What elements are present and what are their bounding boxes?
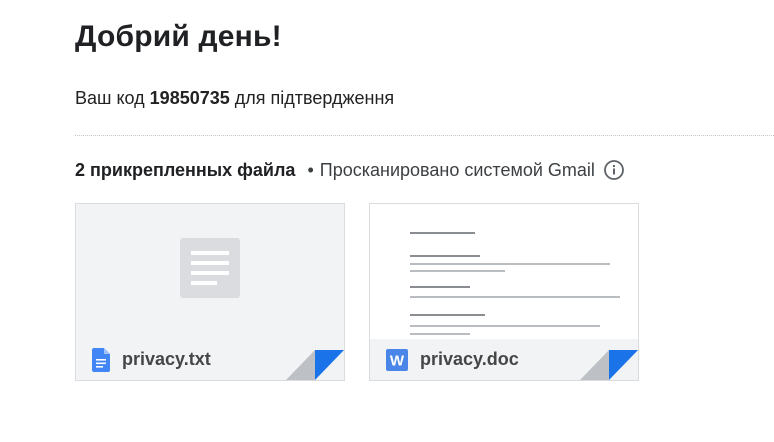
attachments-header: 2 прикрепленных файла • Просканировано с… xyxy=(75,159,625,181)
attachment-preview xyxy=(370,204,638,339)
scan-status: Просканировано системой Gmail xyxy=(319,159,595,180)
info-icon[interactable] xyxy=(603,159,625,181)
folded-corner-icon xyxy=(286,350,344,380)
verification-code: 19850735 xyxy=(149,88,230,108)
google-docs-icon xyxy=(92,347,110,372)
separator-dot: • xyxy=(307,159,314,180)
word-icon: W xyxy=(386,348,408,371)
attachment-filename[interactable]: privacy.txt xyxy=(122,349,211,370)
verification-code-line: Ваш код 19850735 для підтвердження xyxy=(75,88,394,109)
code-suffix: для підтвердження xyxy=(234,88,395,108)
attachments-count: 2 прикрепленных файла xyxy=(75,159,296,180)
svg-text:W: W xyxy=(390,352,405,369)
attachment-filename[interactable]: privacy.doc xyxy=(420,349,519,370)
folded-corner-icon xyxy=(580,350,638,380)
attachment-card-privacy-doc[interactable]: W privacy.doc xyxy=(369,203,639,381)
attachment-preview xyxy=(76,204,344,339)
attachment-card-privacy-txt[interactable]: privacy.txt xyxy=(75,203,345,381)
greeting-heading: Добрий день! xyxy=(75,20,282,53)
code-prefix: Ваш код xyxy=(75,88,145,108)
text-document-icon xyxy=(180,238,240,298)
attachments-divider xyxy=(75,135,774,136)
